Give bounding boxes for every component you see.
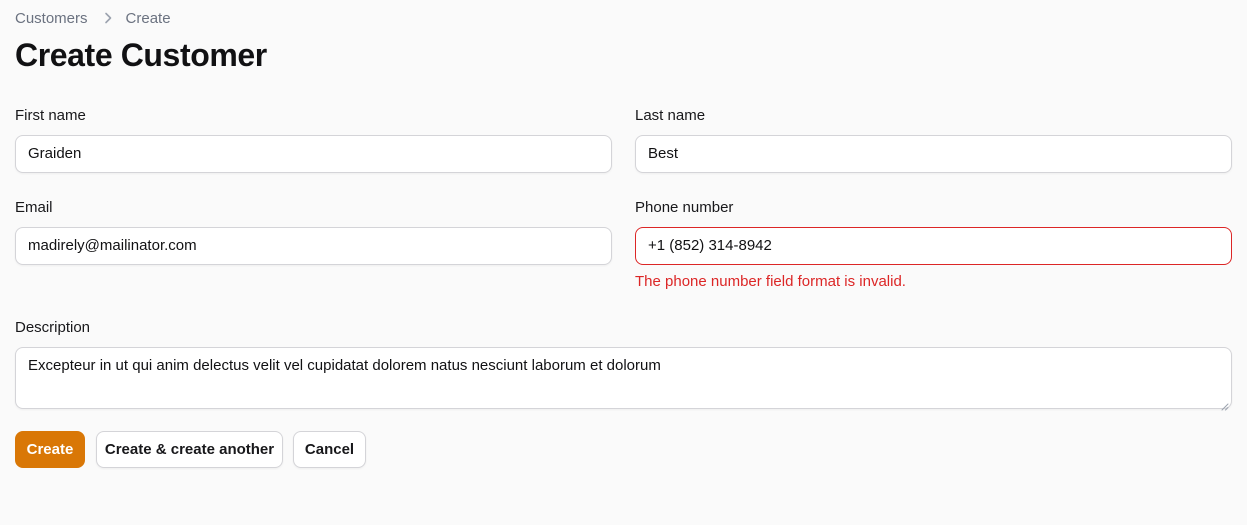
first-name-label: First name	[15, 107, 86, 124]
email-label: Email	[15, 199, 53, 216]
resize-handle-icon[interactable]	[1220, 397, 1229, 411]
phone-number-input[interactable]: +1 (852) 314-8942	[635, 227, 1232, 265]
page-title: Create Customer	[15, 37, 267, 73]
last-name-label: Last name	[635, 107, 706, 124]
chevron-right-icon	[100, 10, 116, 26]
email-field: Email madirely@mailinator.com	[15, 198, 612, 268]
description-textarea[interactable]: Excepteur in ut qui anim delectus velit …	[15, 347, 1232, 411]
create-and-create-another-button[interactable]: Create & create another	[96, 431, 283, 468]
description-text: Excepteur in ut qui anim delectus velit …	[28, 357, 661, 374]
phone-number-label: Phone number	[635, 199, 734, 216]
description-field: Description Excepteur in ut qui anim del…	[15, 318, 1232, 411]
breadcrumb-item-create: Create	[125, 9, 171, 27]
first-name-input[interactable]: Graiden	[15, 135, 612, 173]
phone-number-error: The phone number field format is invalid…	[635, 273, 906, 290]
create-button[interactable]: Create	[15, 431, 85, 468]
phone-number-field: Phone number +1 (852) 314-8942 The phone…	[635, 198, 1232, 294]
last-name-input[interactable]: Best	[635, 135, 1232, 173]
first-name-field: First name Graiden	[15, 106, 612, 176]
last-name-field: Last name Best	[635, 106, 1232, 176]
breadcrumb-item-customers[interactable]: Customers	[15, 10, 88, 27]
email-input[interactable]: madirely@mailinator.com	[15, 227, 612, 265]
breadcrumb: Customers Create	[15, 8, 171, 28]
cancel-button[interactable]: Cancel	[293, 431, 366, 468]
description-label: Description	[15, 319, 91, 336]
